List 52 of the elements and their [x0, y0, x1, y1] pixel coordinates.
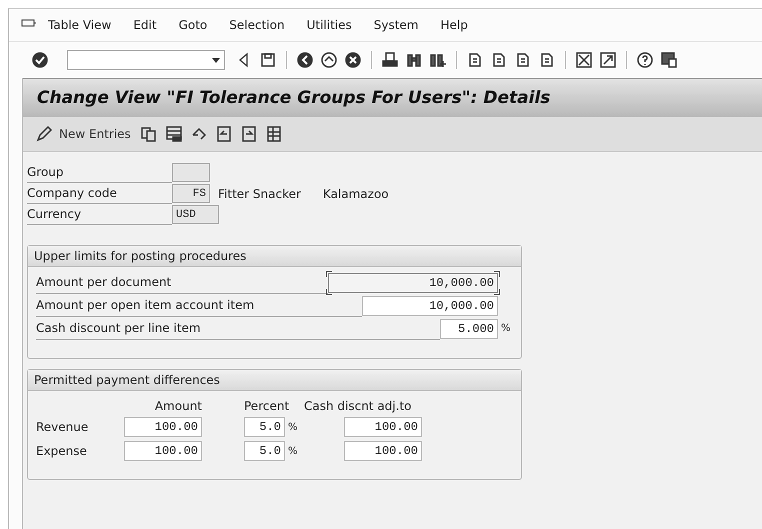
row-label: Revenue	[36, 420, 90, 434]
command-field[interactable]	[67, 50, 225, 70]
field-label: Amount per document	[36, 272, 328, 294]
table-icon[interactable]	[264, 125, 283, 143]
input-field[interactable]: 5.0	[244, 441, 285, 461]
menu-item[interactable]: Edit	[122, 18, 168, 32]
cancel-icon[interactable]	[344, 51, 362, 69]
field-label: Amount per open item account item	[36, 294, 362, 316]
menu-item[interactable]: System	[362, 18, 430, 32]
next-page-icon[interactable]	[240, 125, 258, 143]
menu-item[interactable]: Table View	[37, 18, 122, 32]
input-field[interactable]: 10,000.00	[362, 296, 498, 316]
group-box-title: Upper limits for posting procedures	[28, 246, 521, 267]
readonly-field: FS	[172, 184, 210, 203]
column-header: Cash discnt adj.to	[303, 399, 412, 413]
input-field[interactable]: 100.00	[124, 417, 202, 437]
save-icon[interactable]	[259, 51, 277, 69]
row-label: Expense	[36, 444, 88, 458]
readonly-field	[172, 163, 210, 182]
input-field[interactable]: 5.000	[440, 318, 498, 338]
new-entries-button[interactable]: New Entries	[33, 125, 133, 143]
percent-unit: %	[287, 446, 299, 456]
group-box-title: Permitted payment differences	[28, 370, 521, 391]
previous-page-icon[interactable]	[214, 125, 233, 143]
menu-item[interactable]: Goto	[168, 18, 218, 32]
monitor-icon[interactable]	[660, 51, 678, 69]
input-field[interactable]: 100.00	[124, 441, 202, 461]
field-description: Fitter Snacker	[218, 186, 301, 200]
screen-title: Change View "FI Tolerance Groups For Users": Details	[23, 78, 762, 117]
print-icon[interactable]	[381, 51, 399, 69]
menu-item[interactable]: Help	[430, 18, 479, 32]
back-icon[interactable]	[296, 51, 314, 69]
menu-item[interactable]: Selection	[218, 18, 296, 32]
help-icon[interactable]	[636, 51, 654, 69]
menu-item[interactable]: Utilities	[296, 18, 363, 32]
input-field[interactable]: 5.0	[244, 417, 285, 437]
percent-unit: %	[287, 422, 299, 432]
field-description: Kalamazoo	[322, 186, 389, 200]
pencil-icon[interactable]	[35, 125, 53, 143]
window-icon[interactable]	[575, 51, 593, 69]
readonly-field: USD	[172, 205, 219, 224]
copy-icon[interactable]	[140, 125, 158, 143]
input-field[interactable]: 100.00	[344, 417, 422, 437]
checkmark-icon[interactable]	[31, 51, 49, 69]
percent-unit: %	[500, 323, 512, 334]
dropdown-caret-icon[interactable]	[212, 58, 220, 62]
column-header: Percent	[244, 399, 290, 413]
input-field[interactable]: 10,000.00	[328, 272, 498, 292]
column-header: Amount	[154, 399, 202, 413]
input-field[interactable]: 100.00	[344, 441, 422, 461]
sheet-icon[interactable]	[164, 125, 183, 143]
field-label: Cash discount per line item	[36, 318, 440, 340]
